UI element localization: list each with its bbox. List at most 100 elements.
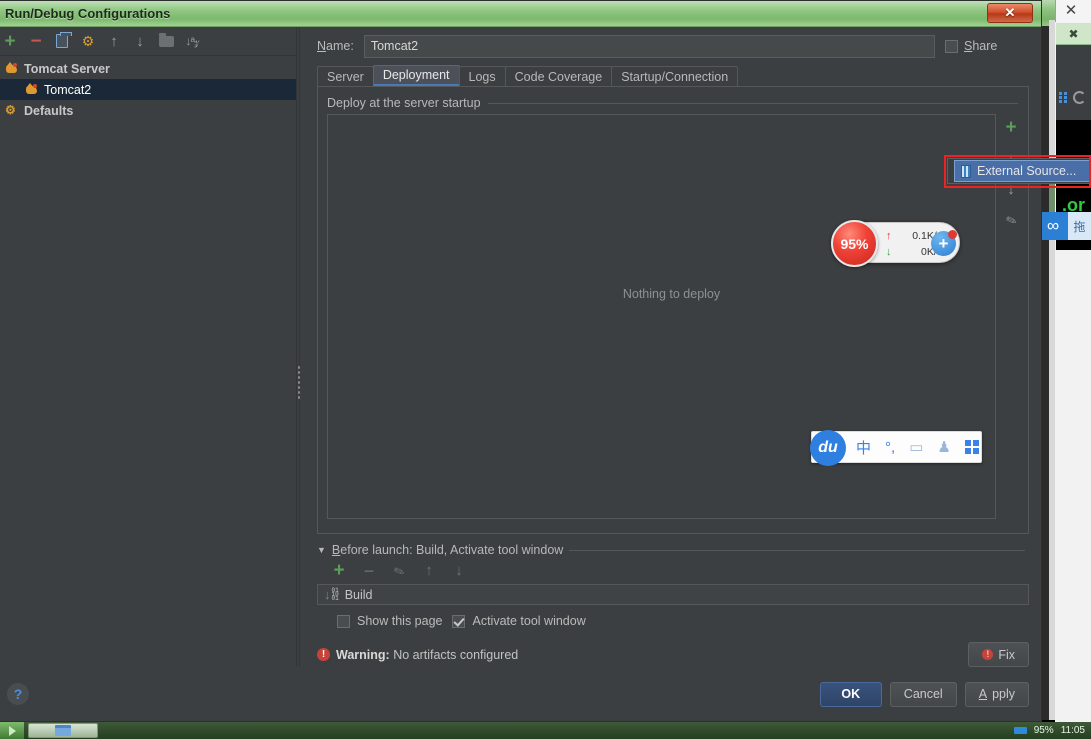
tree-item-tomcat2[interactable]: Tomcat2 — [0, 79, 300, 100]
dialog-title: Run/Debug Configurations — [5, 6, 171, 21]
edit-task-icon[interactable]: ✎ — [387, 559, 410, 582]
deploy-area: Nothing to deploy + ↑ ↓ ✎ — [318, 114, 1028, 533]
network-speed-widget[interactable]: 95% ↑ 0.1K/s ↓ 0K/s + — [831, 220, 960, 267]
tray-clock[interactable]: 11:05 — [1061, 725, 1085, 736]
ok-button[interactable]: OK — [819, 681, 882, 707]
warning-text: Warning: No artifacts configured — [336, 648, 968, 662]
checkbox-box[interactable] — [337, 614, 350, 628]
edit-templates-icon[interactable]: ⚙ — [79, 32, 97, 50]
fix-button[interactable]: ! Fix — [968, 642, 1029, 667]
menu-item-label: External Source... — [977, 164, 1077, 178]
cpu-usage-badge[interactable]: 95% — [831, 220, 878, 267]
share-checkbox[interactable]: Share — [945, 39, 1029, 53]
before-launch-title: Before launch: Build, Activate tool wind… — [332, 543, 563, 557]
tomcat-icon — [5, 62, 19, 75]
tree-item-label: Tomcat Server — [24, 61, 110, 76]
dialog-body: + − ⚙ ↑ ↓ ↓ᵃ𝓏 Tomcat Server Tomcat2 ⚙ De… — [0, 27, 1041, 667]
tree-item-defaults[interactable]: ⚙ Defaults — [0, 100, 300, 121]
remove-configuration-icon[interactable]: − — [27, 32, 45, 51]
move-down-icon[interactable]: ↓ — [131, 32, 149, 50]
copy-configuration-icon[interactable] — [53, 32, 72, 50]
add-task-icon[interactable]: + — [330, 561, 348, 580]
run-debug-configurations-dialog: Run/Debug Configurations ✕ + − ⚙ ↑ ↓ ↓ᵃ𝓏… — [0, 0, 1042, 722]
punctuation-icon[interactable]: °, — [885, 439, 895, 456]
before-launch-header[interactable]: ▼ Before launch: Build, Activate tool wi… — [317, 543, 1029, 557]
drag-label[interactable]: 拖 — [1068, 212, 1091, 240]
taskbar-item-explorer[interactable] — [28, 723, 98, 738]
sort-alphabetically-icon[interactable]: ↓ᵃ𝓏 — [183, 32, 201, 50]
move-down-icon[interactable]: ↓ — [450, 562, 468, 580]
circle-icon — [1073, 91, 1086, 104]
edit-icon[interactable]: ✎ — [1000, 210, 1022, 232]
name-label: Name: — [317, 39, 354, 53]
upload-arrow-icon: ↑ — [886, 229, 892, 242]
move-up-icon[interactable]: ↑ — [105, 32, 123, 50]
tree-item-label: Tomcat2 — [44, 82, 92, 97]
apply-button[interactable]: Apply — [964, 681, 1029, 707]
tray-network-icon[interactable] — [1013, 727, 1027, 734]
before-launch-task-row[interactable]: ↓ 01 10 01 Build — [317, 584, 1029, 605]
splitter-handle[interactable] — [297, 365, 301, 399]
grid-icon — [1059, 92, 1068, 103]
widget-add-badge[interactable]: + — [931, 230, 957, 256]
checkbox-label: Show this page — [357, 614, 443, 628]
cancel-button[interactable]: Cancel — [889, 681, 957, 707]
toolbox-icon[interactable]: ▭ — [909, 438, 923, 456]
checkbox-box[interactable] — [452, 614, 466, 628]
add-configuration-icon[interactable]: + — [1, 32, 19, 51]
show-this-page-checkbox[interactable]: Show this page — [337, 614, 442, 628]
cloud-badge-icon[interactable]: ∞ — [1038, 212, 1068, 240]
tab-deployment[interactable]: Deployment — [372, 65, 460, 86]
move-up-icon[interactable]: ↑ — [420, 562, 438, 580]
background-tab-close-icon[interactable]: ✖ — [1056, 23, 1091, 45]
activate-tool-window-checkbox[interactable]: Activate tool window — [452, 614, 586, 628]
configurations-pane: + − ⚙ ↑ ↓ ↓ᵃ𝓏 Tomcat Server Tomcat2 ⚙ De… — [0, 27, 301, 667]
empty-state-text: Nothing to deploy — [622, 287, 721, 301]
add-artifact-icon[interactable]: + — [1003, 117, 1020, 138]
name-input[interactable] — [363, 34, 935, 58]
menu-item-external-source[interactable]: External Source... — [954, 160, 1090, 182]
baidu-logo-icon[interactable]: du — [810, 430, 846, 466]
task-label: Build — [344, 587, 373, 602]
configurations-toolbar: + − ⚙ ↑ ↓ ↓ᵃ𝓏 — [0, 27, 300, 56]
chinese-mode-icon[interactable]: 中 — [856, 437, 871, 458]
tab-server[interactable]: Server — [317, 66, 374, 86]
warning-message: No artifacts configured — [393, 647, 519, 662]
pane-splitter[interactable] — [296, 27, 301, 667]
tab-logs[interactable]: Logs — [458, 66, 506, 86]
warning-icon: ! — [982, 649, 994, 660]
collapse-triangle-icon[interactable]: ▼ — [317, 545, 326, 555]
dialog-footer: ? OK Cancel Apply — [0, 667, 1041, 721]
help-button[interactable]: ? — [7, 683, 29, 705]
name-row: Name: Share — [317, 27, 1029, 65]
dialog-titlebar[interactable]: Run/Debug Configurations ✕ — [0, 1, 1041, 27]
section-divider — [569, 549, 1025, 551]
new-folder-icon[interactable] — [157, 32, 175, 50]
background-close-icon[interactable]: ✕ — [1064, 3, 1078, 18]
ime-toolbar[interactable]: du 中 °, ▭ ♟ — [810, 430, 982, 466]
apply-mnemonic: A — [978, 687, 988, 701]
close-button[interactable]: ✕ — [987, 3, 1033, 23]
name-label-rest: ame: — [326, 39, 354, 53]
share-label: Share — [964, 39, 997, 53]
folder-icon — [55, 725, 71, 736]
start-button[interactable] — [0, 722, 24, 739]
tray-battery-percent: 95% — [1033, 725, 1054, 736]
deploy-section-header: Deploy at the server startup — [318, 87, 1028, 114]
section-divider — [487, 102, 1018, 104]
share-checkbox-box[interactable] — [945, 39, 958, 53]
gear-icon: ⚙ — [5, 103, 16, 117]
download-arrow-icon: ↓ — [886, 245, 892, 258]
apps-grid-icon[interactable] — [964, 440, 979, 454]
tab-code-coverage[interactable]: Code Coverage — [504, 66, 613, 86]
tab-startup-connection[interactable]: Startup/Connection — [611, 66, 739, 86]
system-tray: 95% 11:05 — [1013, 725, 1091, 736]
remove-task-icon[interactable]: − — [360, 562, 378, 580]
tree-item-tomcat-server[interactable]: Tomcat Server — [0, 58, 300, 79]
external-source-icon — [961, 164, 971, 178]
screen: ✕ ✖ .or ∞ 拖 95% 11:05 Run/Debug Configur… — [0, 0, 1091, 739]
user-icon[interactable]: ♟ — [937, 438, 950, 456]
before-launch-options: Show this page Activate tool window — [317, 605, 1029, 628]
deployment-tab-panel: Deploy at the server startup Nothing to … — [317, 86, 1029, 534]
background-toolbar — [1056, 45, 1091, 75]
